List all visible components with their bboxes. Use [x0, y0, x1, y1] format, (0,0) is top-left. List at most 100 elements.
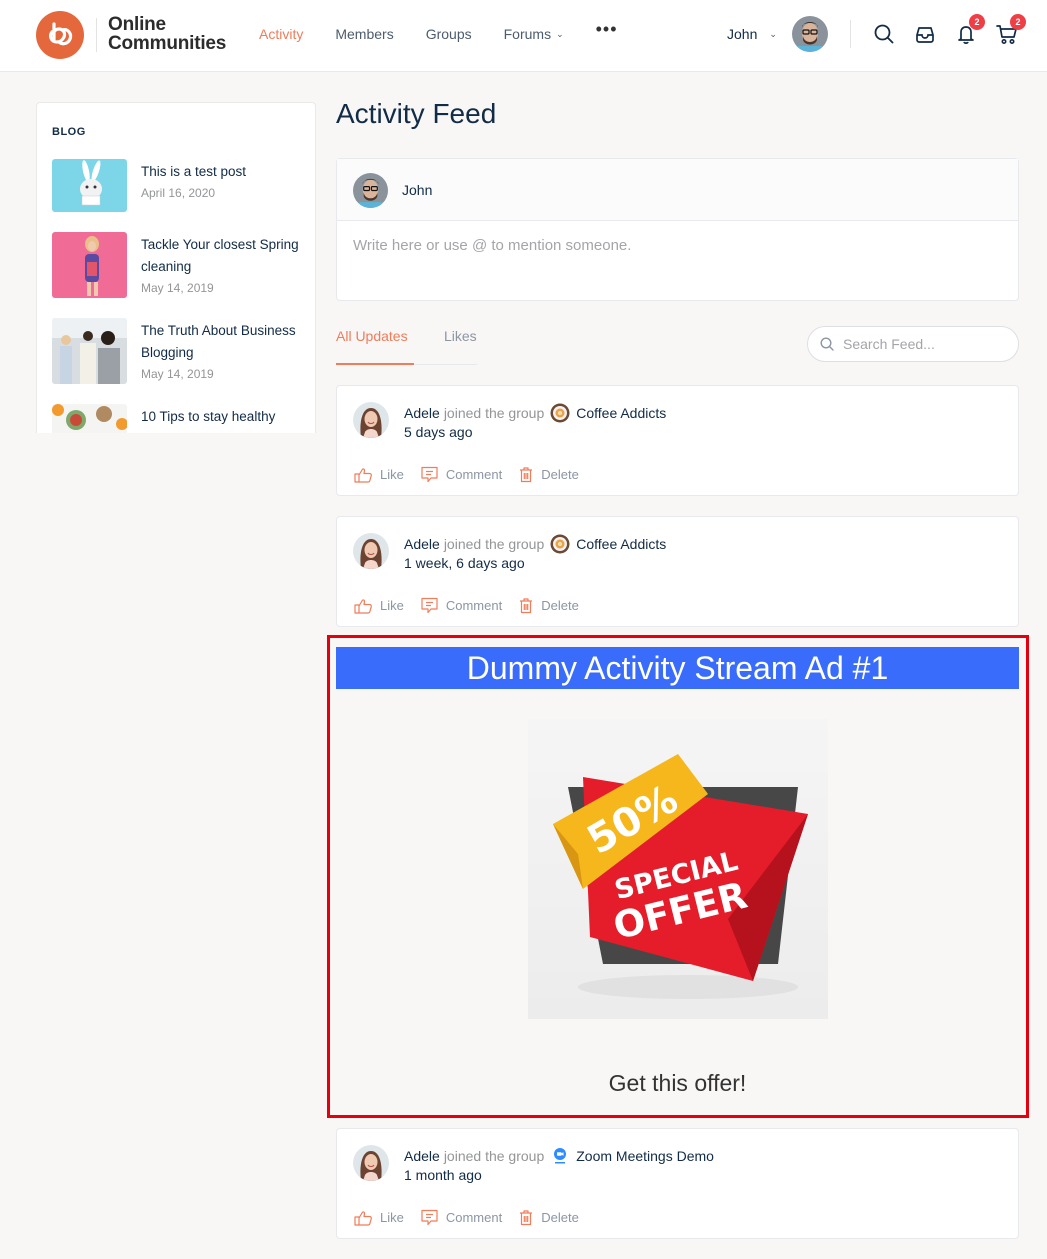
chevron-down-icon: ⌄ [556, 28, 564, 39]
activity-action-text: joined the group [443, 1148, 545, 1164]
tab-all-updates[interactable]: All Updates [336, 328, 408, 344]
tab-likes[interactable]: Likes [444, 328, 477, 344]
ad-image-special-offer[interactable]: 50% SPECIAL OFFER [528, 719, 828, 1019]
activity-user-name[interactable]: Adele [404, 1148, 440, 1164]
delete-button[interactable]: Delete [519, 1209, 579, 1226]
nav-groups[interactable]: Groups [426, 26, 472, 42]
comment-label: Comment [445, 598, 503, 613]
comment-label: Comment [445, 467, 503, 482]
activity-user-name[interactable]: Adele [404, 536, 440, 552]
logo-divider [96, 18, 97, 52]
blog-post-thumbnail[interactable] [52, 159, 127, 212]
feed-tabs: All Updates Likes [336, 326, 477, 365]
page-title: Activity Feed [336, 98, 497, 129]
thumbs-up-icon [354, 1210, 372, 1226]
site-header: Online Communities Activity Members Grou… [0, 0, 1047, 72]
like-label: Like [380, 598, 404, 613]
search-icon[interactable] [873, 23, 895, 45]
user-avatar[interactable] [792, 16, 828, 52]
activity-actions: Like Comment Delete [354, 597, 596, 614]
chevron-down-icon: ⌄ [769, 28, 777, 39]
cart-badge: 2 [1010, 14, 1026, 30]
delete-button[interactable]: Delete [519, 597, 579, 614]
trash-icon [520, 597, 533, 613]
post-composer-header: John [337, 159, 1018, 221]
comment-button[interactable]: Comment [421, 466, 502, 483]
activity-stream-ad[interactable]: Dummy Activity Stream Ad #1 50% SPECIAL … [327, 635, 1029, 1118]
user-menu[interactable]: John ⌄ [727, 26, 777, 42]
nav-activity[interactable]: Activity [259, 26, 303, 42]
blog-post-title[interactable]: 10 Tips to stay healthy [141, 409, 275, 424]
activity-actions: Like Comment Delete [354, 466, 596, 483]
activity-user-name[interactable]: Adele [404, 405, 440, 421]
blog-widget: BLOG This is a test post April 16, 2020 … [36, 102, 316, 433]
comment-label: Comment [445, 1210, 503, 1225]
comment-button[interactable]: Comment [421, 1209, 502, 1226]
delete-label: Delete [541, 467, 579, 482]
header-divider [850, 20, 851, 48]
comment-button[interactable]: Comment [421, 597, 502, 614]
nav-members[interactable]: Members [335, 26, 393, 42]
blog-post-date: May 14, 2019 [141, 281, 214, 295]
blog-post-title[interactable]: The Truth About Business Blogging [141, 323, 296, 360]
blog-post-date: April 16, 2020 [141, 186, 216, 200]
activity-group-link[interactable]: Zoom Meetings Demo [576, 1148, 714, 1164]
blog-post-date: May 14, 2019 [141, 367, 214, 381]
blog-post-title[interactable]: Tackle Your closest Spring cleaning [141, 237, 299, 274]
activity-timestamp[interactable]: 1 week, 6 days ago [404, 555, 525, 571]
like-label: Like [380, 467, 404, 482]
activity-actions: Like Comment Delete [354, 1209, 596, 1226]
activity-avatar[interactable] [353, 1145, 389, 1181]
coffee-icon [550, 534, 570, 554]
activity-action-text: joined the group [443, 405, 545, 421]
more-menu-button[interactable]: ••• [596, 17, 618, 42]
inbox-icon[interactable] [914, 23, 936, 45]
like-button[interactable]: Like [354, 1209, 404, 1226]
activity-timestamp[interactable]: 1 month ago [404, 1167, 482, 1183]
thumbs-up-icon [354, 598, 372, 614]
comment-icon [421, 597, 438, 614]
bell-icon[interactable]: 2 [955, 14, 985, 45]
activity-avatar[interactable] [353, 402, 389, 438]
like-label: Like [380, 1210, 404, 1225]
activity-item: Adele joined the group Coffee Addicts 1 … [336, 516, 1019, 627]
site-title[interactable]: Online Communities [108, 15, 226, 53]
activity-item: Adele joined the group Coffee Addicts 5 … [336, 385, 1019, 496]
notifications-badge: 2 [969, 14, 985, 30]
like-button[interactable]: Like [354, 597, 404, 614]
site-logo[interactable] [36, 11, 84, 59]
ad-cta-link[interactable]: Get this offer! [336, 1070, 1019, 1097]
blog-post-thumbnail[interactable] [52, 318, 127, 384]
search-icon [820, 337, 834, 351]
zoom-icon [550, 1146, 571, 1166]
nav-forums-label: Forums [503, 26, 552, 42]
comment-icon [421, 466, 438, 483]
delete-button[interactable]: Delete [519, 466, 579, 483]
like-button[interactable]: Like [354, 466, 404, 483]
activity-action-text: joined the group [443, 536, 545, 552]
blog-post-thumbnail[interactable] [52, 404, 127, 433]
site-title-line1: Online [108, 14, 166, 35]
ad-title-banner: Dummy Activity Stream Ad #1 [336, 647, 1019, 689]
site-title-line2: Communities [108, 33, 227, 54]
blog-widget-heading: BLOG [52, 126, 86, 138]
active-tab-indicator [336, 363, 414, 365]
blog-post-thumbnail[interactable] [52, 232, 127, 298]
cart-icon[interactable]: 2 [996, 14, 1026, 45]
comment-icon [421, 1209, 438, 1226]
user-name-label: John [727, 26, 758, 42]
thumbs-up-icon [354, 467, 372, 483]
nav-forums[interactable]: Forums ⌄ [504, 26, 564, 42]
post-input[interactable]: Write here or use @ to mention someone. [353, 237, 631, 254]
activity-timestamp[interactable]: 5 days ago [404, 424, 473, 440]
trash-icon [520, 466, 533, 482]
search-feed-box[interactable] [807, 326, 1019, 362]
delete-label: Delete [541, 598, 579, 613]
blog-post-title[interactable]: This is a test post [141, 164, 246, 179]
activity-avatar[interactable] [353, 533, 389, 569]
search-feed-input[interactable] [843, 336, 1003, 352]
activity-group-link[interactable]: Coffee Addicts [576, 536, 666, 552]
post-composer[interactable]: John Write here or use @ to mention some… [336, 158, 1019, 301]
main-nav: Activity Members Groups Forums ⌄ ••• [259, 19, 650, 42]
activity-group-link[interactable]: Coffee Addicts [576, 405, 666, 421]
